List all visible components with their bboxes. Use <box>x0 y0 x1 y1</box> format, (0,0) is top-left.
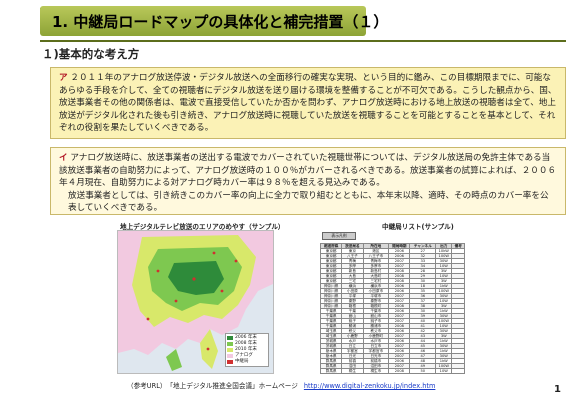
map-legend: 2006 年末 2008 年末 2010 年末 アナログ 中継局 <box>225 333 269 367</box>
principle-box-i: イ アナログ放送時に、放送事業者の送出する電波でカバーされていた視聴世帯について… <box>50 147 566 215</box>
principle-box-a: ア ２０１１年のアナログ放送停波・デジタル放送への全面移行の確実な実現、という目… <box>50 67 566 139</box>
section-heading: １)基本的な考え方 <box>42 47 140 61</box>
table-cell: 2006 <box>388 373 411 374</box>
table-cell <box>451 373 465 374</box>
principle-i-text-2: 放送事業者としては、引き続きこのカバー率の向上に全力で取り組むとともに、本年末以… <box>68 190 549 214</box>
principle-a-paragraph: ア ２０１１年のアナログ放送停波・デジタル放送への全面移行の確実な実現、という目… <box>59 72 557 135</box>
table-row: 山梨県甲府甲府市2006511kW <box>320 373 465 374</box>
principle-a-text: ２０１１年のアナログ放送停波・デジタル放送への全面移行の確実な実現、という目的に… <box>59 73 557 134</box>
footer-reference: （参考URL） 「地上デジタル推進全国会議」ホームページ http://www.d… <box>127 380 435 390</box>
table-header-cell: 開局時期 <box>388 243 411 249</box>
station-list-note: 表示凡例 <box>322 232 356 240</box>
principle-i-paragraph-1: イ アナログ放送時に、放送事業者の送出する電波でカバーされていた視聴世帯について… <box>59 152 557 190</box>
table-cell: 甲府市 <box>362 373 390 374</box>
principle-i-marker: イ <box>59 153 68 163</box>
reference-link[interactable]: http://www.digital-zenkoku.jp/index.htm <box>304 382 436 390</box>
table-cell: 山梨県 <box>320 373 343 374</box>
principle-i-paragraph-2: 放送事業者としては、引き続きこのカバー率の向上に全力で取り組むとともに、本年末以… <box>59 190 557 215</box>
principle-a-marker: ア <box>59 73 68 83</box>
station-list-panel: 表示凡例 都道府県 放送局名 所在地 開局時期 チャンネル 出力 備考 東京都 東京 港区 200… <box>320 230 465 374</box>
table-cell: 甲府 <box>341 373 364 374</box>
table-header-cell: 放送局名 <box>341 243 364 249</box>
principle-i-text-1: アナログ放送時に、放送事業者の送出する電波でカバーされていた視聴世帯については、… <box>59 153 557 189</box>
title-rule <box>40 40 566 42</box>
page-number: 1 <box>554 384 561 395</box>
coverage-area-map: 2006 年末 2008 年末 2010 年末 アナログ 中継局 <box>117 230 274 374</box>
station-list-table: 都道府県 放送局名 所在地 開局時期 チャンネル 出力 備考 東京都 東京 港区 2006 27 10… <box>320 243 465 374</box>
table-body: 東京都 東京 港区 2006 27 10kW 東京都 八王子 八王子市 2006 32 100W 東京都… <box>320 248 465 374</box>
table-cell: 51 <box>409 373 437 374</box>
page-title: 1. 中継局ロードマップの具体化と補完措置（１） <box>52 13 389 31</box>
table-header-cell: チャンネル <box>409 243 437 249</box>
footer-label: （参考URL） 「地上デジタル推進全国会議」ホームページ <box>127 382 298 390</box>
table-cell: 1kW <box>435 373 453 374</box>
legend-item: 中継局 <box>227 359 267 365</box>
